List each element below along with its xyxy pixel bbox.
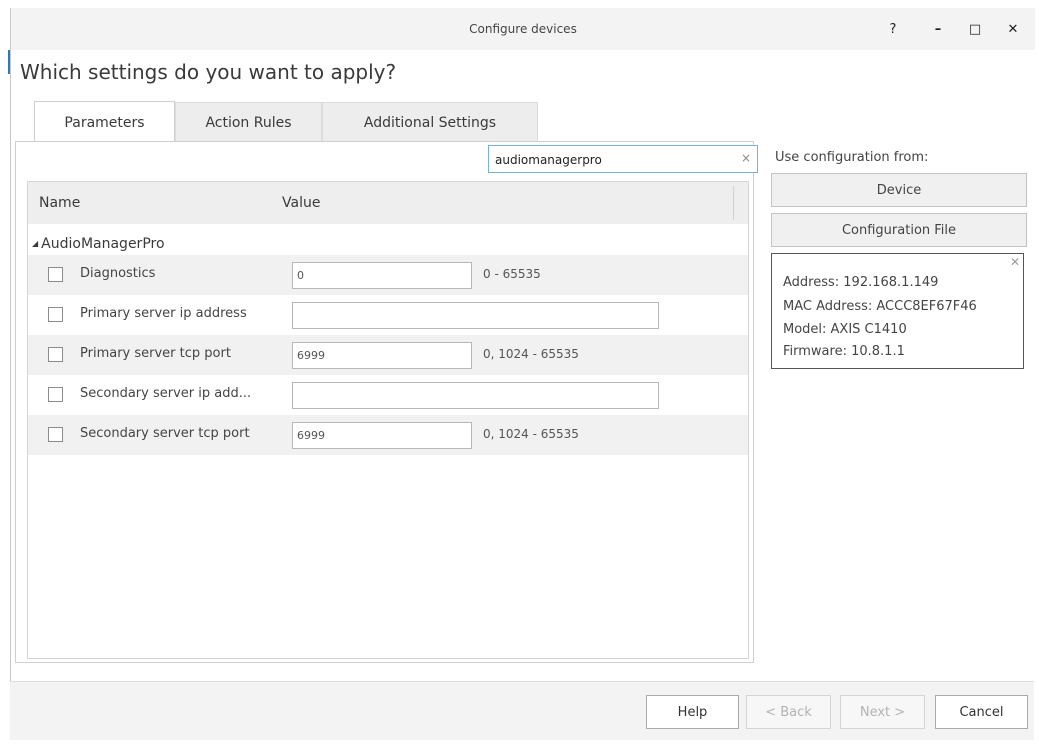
clear-search-icon[interactable]: × xyxy=(741,151,751,165)
tab-parameters[interactable]: Parameters xyxy=(34,101,175,143)
accent-bar xyxy=(8,50,10,74)
group-label: AudioManagerPro xyxy=(41,236,165,252)
search-input[interactable] xyxy=(493,149,733,171)
cancel-button[interactable]: Cancel xyxy=(935,695,1028,729)
wizard-footer: Help < Back Next > Cancel xyxy=(10,682,1034,740)
row-value-input[interactable] xyxy=(292,382,659,409)
device-info-box: ✕ Address: 192.168.1.149 MAC Address: AC… xyxy=(771,253,1024,369)
row-range: 0, 1024 - 65535 xyxy=(483,347,579,361)
close-icon[interactable]: ✕ xyxy=(993,14,1033,44)
expand-triangle-icon[interactable]: ◢ xyxy=(32,239,38,248)
row-range: 0 - 65535 xyxy=(483,267,541,281)
grid-header: Name Value xyxy=(28,182,748,224)
row-value-input[interactable] xyxy=(292,302,659,329)
tab-additional-settings[interactable]: Additional Settings xyxy=(322,102,538,142)
row-label: Secondary server ip add... xyxy=(80,386,252,401)
group-audiomanagerpro[interactable]: ◢ AudioManagerPro xyxy=(32,236,165,252)
device-button[interactable]: Device xyxy=(771,173,1027,207)
minimize-icon[interactable]: – xyxy=(918,14,958,44)
table-row: Secondary server tcp port 0, 1024 - 6553… xyxy=(28,415,748,455)
title-bar[interactable]: Configure devices ? – □ ✕ xyxy=(11,8,1035,50)
row-value-input[interactable] xyxy=(292,422,472,449)
search-field[interactable]: × xyxy=(488,145,758,173)
column-header-value[interactable]: Value xyxy=(282,195,320,211)
row-checkbox[interactable] xyxy=(48,307,63,322)
column-separator xyxy=(733,186,734,220)
close-info-icon[interactable]: ✕ xyxy=(1010,255,1020,269)
table-row: Diagnostics 0 - 65535 xyxy=(28,255,748,295)
table-row: Secondary server ip add... xyxy=(28,375,748,415)
tab-action-rules[interactable]: Action Rules xyxy=(175,102,322,142)
parameters-grid: Name Value ◢ AudioManagerPro Diagnostics … xyxy=(27,181,749,659)
row-checkbox[interactable] xyxy=(48,267,63,282)
back-button[interactable]: < Back xyxy=(746,695,831,729)
row-label: Primary server ip address xyxy=(80,306,247,321)
row-checkbox[interactable] xyxy=(48,387,63,402)
device-firmware: Firmware: 10.8.1.1 xyxy=(783,344,905,359)
page-heading: Which settings do you want to apply? xyxy=(20,60,397,84)
parameters-panel: × Name Value ◢AudioManagerPro Diagnostic… xyxy=(15,141,758,663)
help-button[interactable]: Help xyxy=(646,695,739,729)
use-configuration-label: Use configuration from: xyxy=(775,150,929,165)
row-label: Primary server tcp port xyxy=(80,346,231,361)
table-row: Primary server ip address xyxy=(28,295,748,335)
help-icon[interactable]: ? xyxy=(873,14,913,44)
next-button[interactable]: Next > xyxy=(840,695,925,729)
row-value-input[interactable] xyxy=(292,342,472,369)
maximize-icon[interactable]: □ xyxy=(955,14,995,44)
configuration-file-button[interactable]: Configuration File xyxy=(771,213,1027,247)
row-label: Secondary server tcp port xyxy=(80,426,250,441)
row-range: 0, 1024 - 65535 xyxy=(483,427,579,441)
row-value-input[interactable] xyxy=(292,262,472,289)
row-checkbox[interactable] xyxy=(48,347,63,362)
row-label: Diagnostics xyxy=(80,266,156,281)
device-address: Address: 192.168.1.149 xyxy=(783,275,939,290)
device-model: Model: AXIS C1410 xyxy=(783,322,907,337)
device-mac-address: MAC Address: ACCC8EF67F46 xyxy=(783,299,977,314)
row-checkbox[interactable] xyxy=(48,427,63,442)
table-row: Primary server tcp port 0, 1024 - 65535 xyxy=(28,335,748,375)
column-header-name[interactable]: Name xyxy=(39,195,80,211)
